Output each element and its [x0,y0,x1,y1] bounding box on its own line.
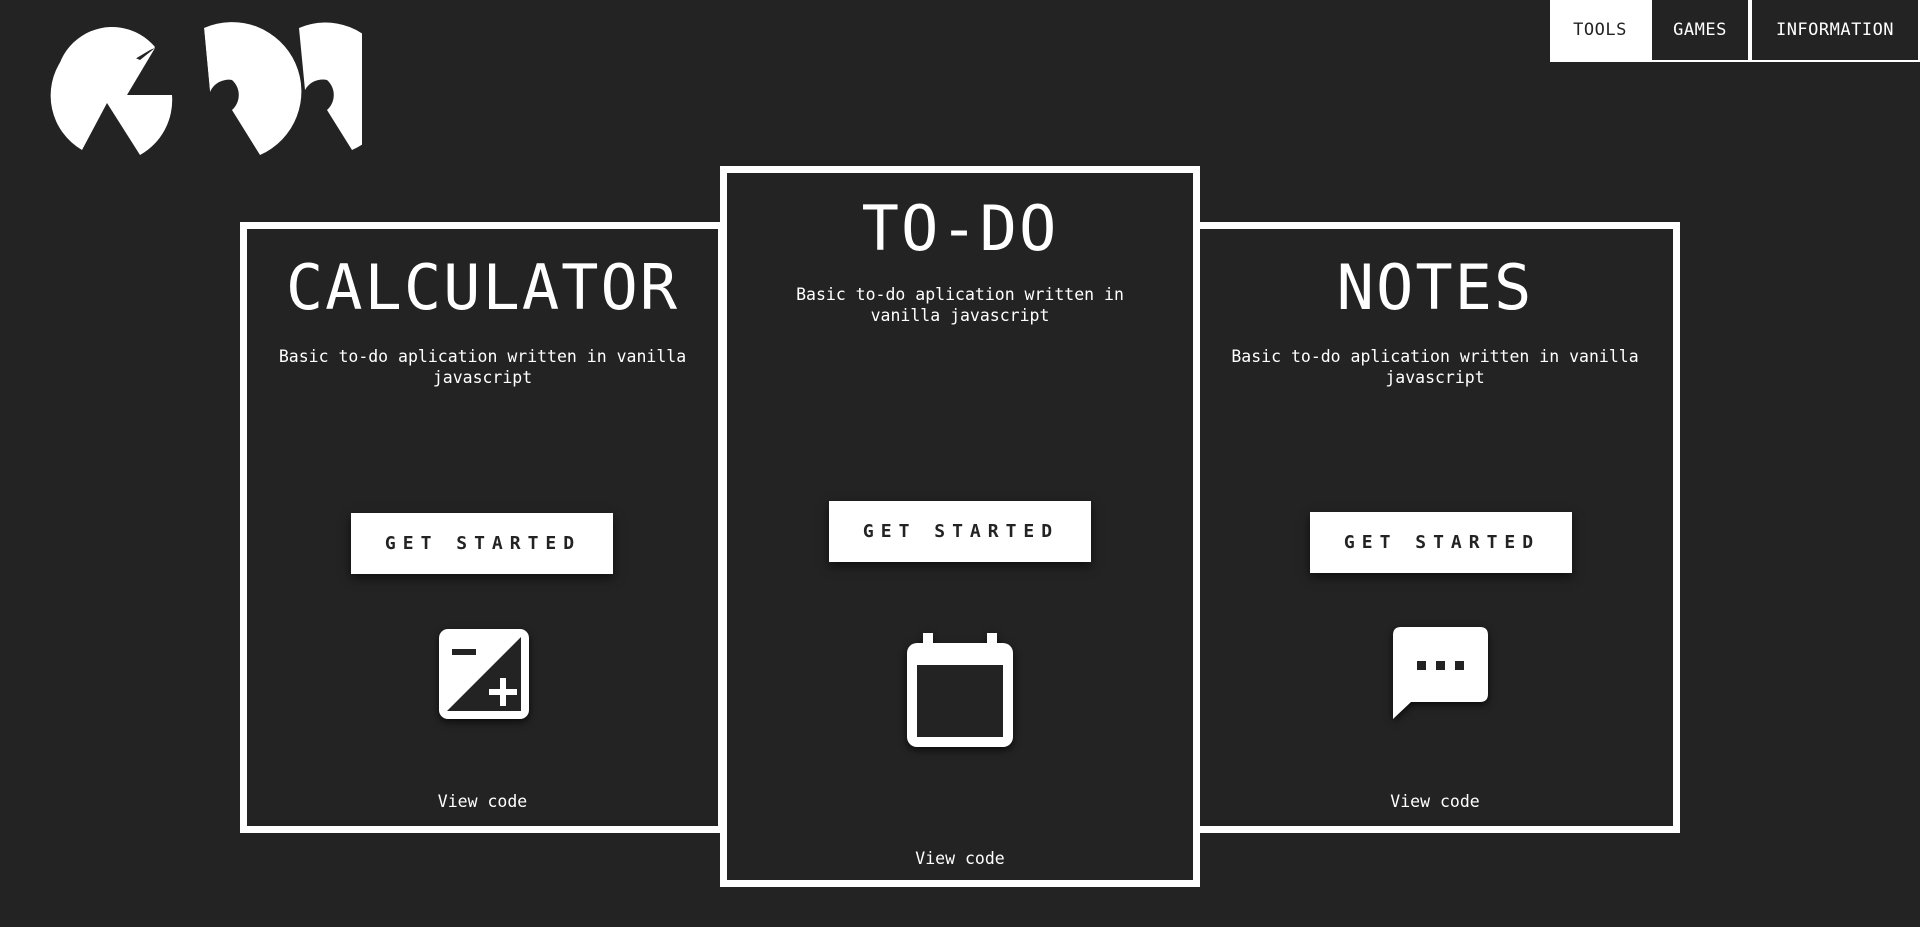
card-description: Basic to-do aplication written in vanill… [796,285,1124,325]
card-todo: TO-DO Basic to-do aplication written in … [720,166,1200,887]
card-calculator: CALCULATOR Basic to-do aplication writte… [240,222,725,833]
chat-bubble-dots-icon [1393,627,1488,719]
card-title: CALCULATOR [285,251,680,324]
get-started-button[interactable]: GET STARTED [829,501,1091,562]
card-description: Basic to-do aplication written in vanill… [278,347,687,387]
grr-logo-icon[interactable] [22,10,362,155]
nav-tab-information[interactable]: INFORMATION [1750,0,1920,62]
nav-tab-games[interactable]: GAMES [1650,0,1750,62]
card-title: TO-DO [861,192,1059,265]
view-code-link[interactable]: View code [727,849,1193,868]
card-description: Basic to-do aplication written in vanill… [1231,347,1639,387]
get-started-button[interactable]: GET STARTED [351,513,613,574]
card-notes: NOTES Basic to-do aplication written in … [1190,222,1680,833]
top-nav: TOOLS GAMES INFORMATION [1550,0,1920,62]
card-title: NOTES [1336,251,1534,324]
calendar-icon [907,633,1013,747]
nav-tab-tools[interactable]: TOOLS [1550,0,1650,62]
view-code-link[interactable]: View code [247,792,718,811]
view-code-link[interactable]: View code [1197,792,1673,811]
get-started-button[interactable]: GET STARTED [1310,512,1572,573]
exposure-plus-minus-icon [439,629,529,719]
